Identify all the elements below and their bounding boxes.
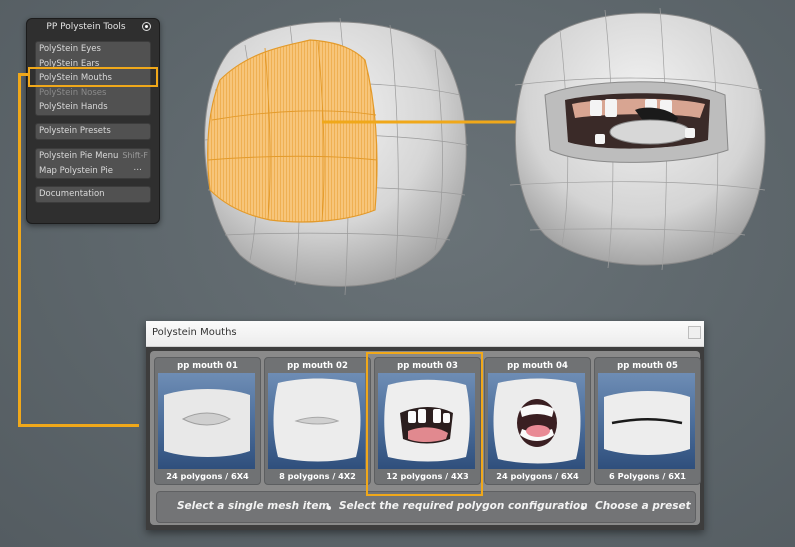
mouth-04-icon (493, 378, 581, 464)
mouth-preset-card-02[interactable]: pp mouth 02 8 polygons / 4X2 (264, 357, 371, 485)
map-pie-dots[interactable]: ... (133, 161, 142, 176)
menu-item-hands[interactable]: PolyStein Hands (36, 100, 150, 115)
card-footer: 6 Polygons / 6X1 (609, 471, 686, 481)
polystein-mouths-window: Polystein Mouths pp mouth 01 24 polygons… (146, 321, 704, 530)
close-button[interactable] (688, 326, 701, 339)
card-title: pp mouth 05 (617, 361, 678, 371)
mouth-preset-card-04[interactable]: pp mouth 04 24 polygons / 6X4 (484, 357, 591, 485)
mouth-02-icon (273, 378, 361, 462)
mouths-highlight-frame (28, 67, 158, 87)
bullet-separator (581, 506, 585, 510)
tools-group-docs: Documentation (35, 186, 151, 203)
card-footer: 24 polygons / 6X4 (496, 471, 579, 481)
menu-item-noses[interactable]: PolyStein Noses (36, 86, 150, 101)
polystein-tools-panel: PP Polystein Tools PolyStein Eyes PolySt… (26, 18, 160, 224)
connector-line-bottom (18, 424, 139, 427)
head-mesh-with-mouth (509, 7, 766, 271)
mouth-preset-card-05[interactable]: pp mouth 05 6 Polygons / 6X1 (594, 357, 701, 485)
tools-panel-title: PP Polystein Tools (46, 22, 126, 32)
card-title: pp mouth 04 (507, 361, 568, 371)
menu-item-presets[interactable]: Polystein Presets (36, 124, 150, 139)
connector-line-vertical (18, 73, 21, 427)
card-title: pp mouth 01 (177, 361, 238, 371)
menu-item-map-pie[interactable]: Map Polystein Pie ... (36, 161, 150, 179)
mouth-01-icon (164, 389, 250, 457)
window-titlebar: Polystein Mouths (146, 321, 704, 347)
tools-group-presets: Polystein Presets (35, 123, 151, 140)
card-footer: 24 polygons / 6X4 (166, 471, 249, 481)
mouth-05-icon (604, 391, 690, 455)
mouth-thumbnail[interactable] (268, 373, 365, 469)
tools-group-pie: Polystein Pie Menu Shift-F Map Polystein… (35, 148, 151, 179)
mouth-thumbnail[interactable] (488, 373, 585, 469)
card-footer: 8 polygons / 4X2 (279, 471, 356, 481)
instruction-step-3: Choose a preset (595, 500, 691, 512)
pie-menu-label: Polystein Pie Menu (39, 151, 119, 161)
radio-icon[interactable] (142, 22, 151, 31)
mouth-preset-card-01[interactable]: pp mouth 01 24 polygons / 6X4 (154, 357, 261, 485)
card-title: pp mouth 02 (287, 361, 348, 371)
menu-item-documentation[interactable]: Documentation (36, 187, 150, 202)
bullet-separator (327, 506, 331, 510)
map-pie-label: Map Polystein Pie (39, 165, 114, 176)
selected-card-frame (366, 352, 483, 496)
head-mesh-selected (204, 17, 469, 296)
window-title: Polystein Mouths (152, 327, 237, 338)
mouth-thumbnail[interactable] (158, 373, 255, 469)
instruction-step-2: Select the required polygon configuratio… (339, 500, 588, 512)
instruction-step-1: Select a single mesh item (177, 500, 330, 512)
menu-item-eyes[interactable]: PolyStein Eyes (36, 42, 150, 57)
mouth-thumbnail[interactable] (598, 373, 695, 469)
